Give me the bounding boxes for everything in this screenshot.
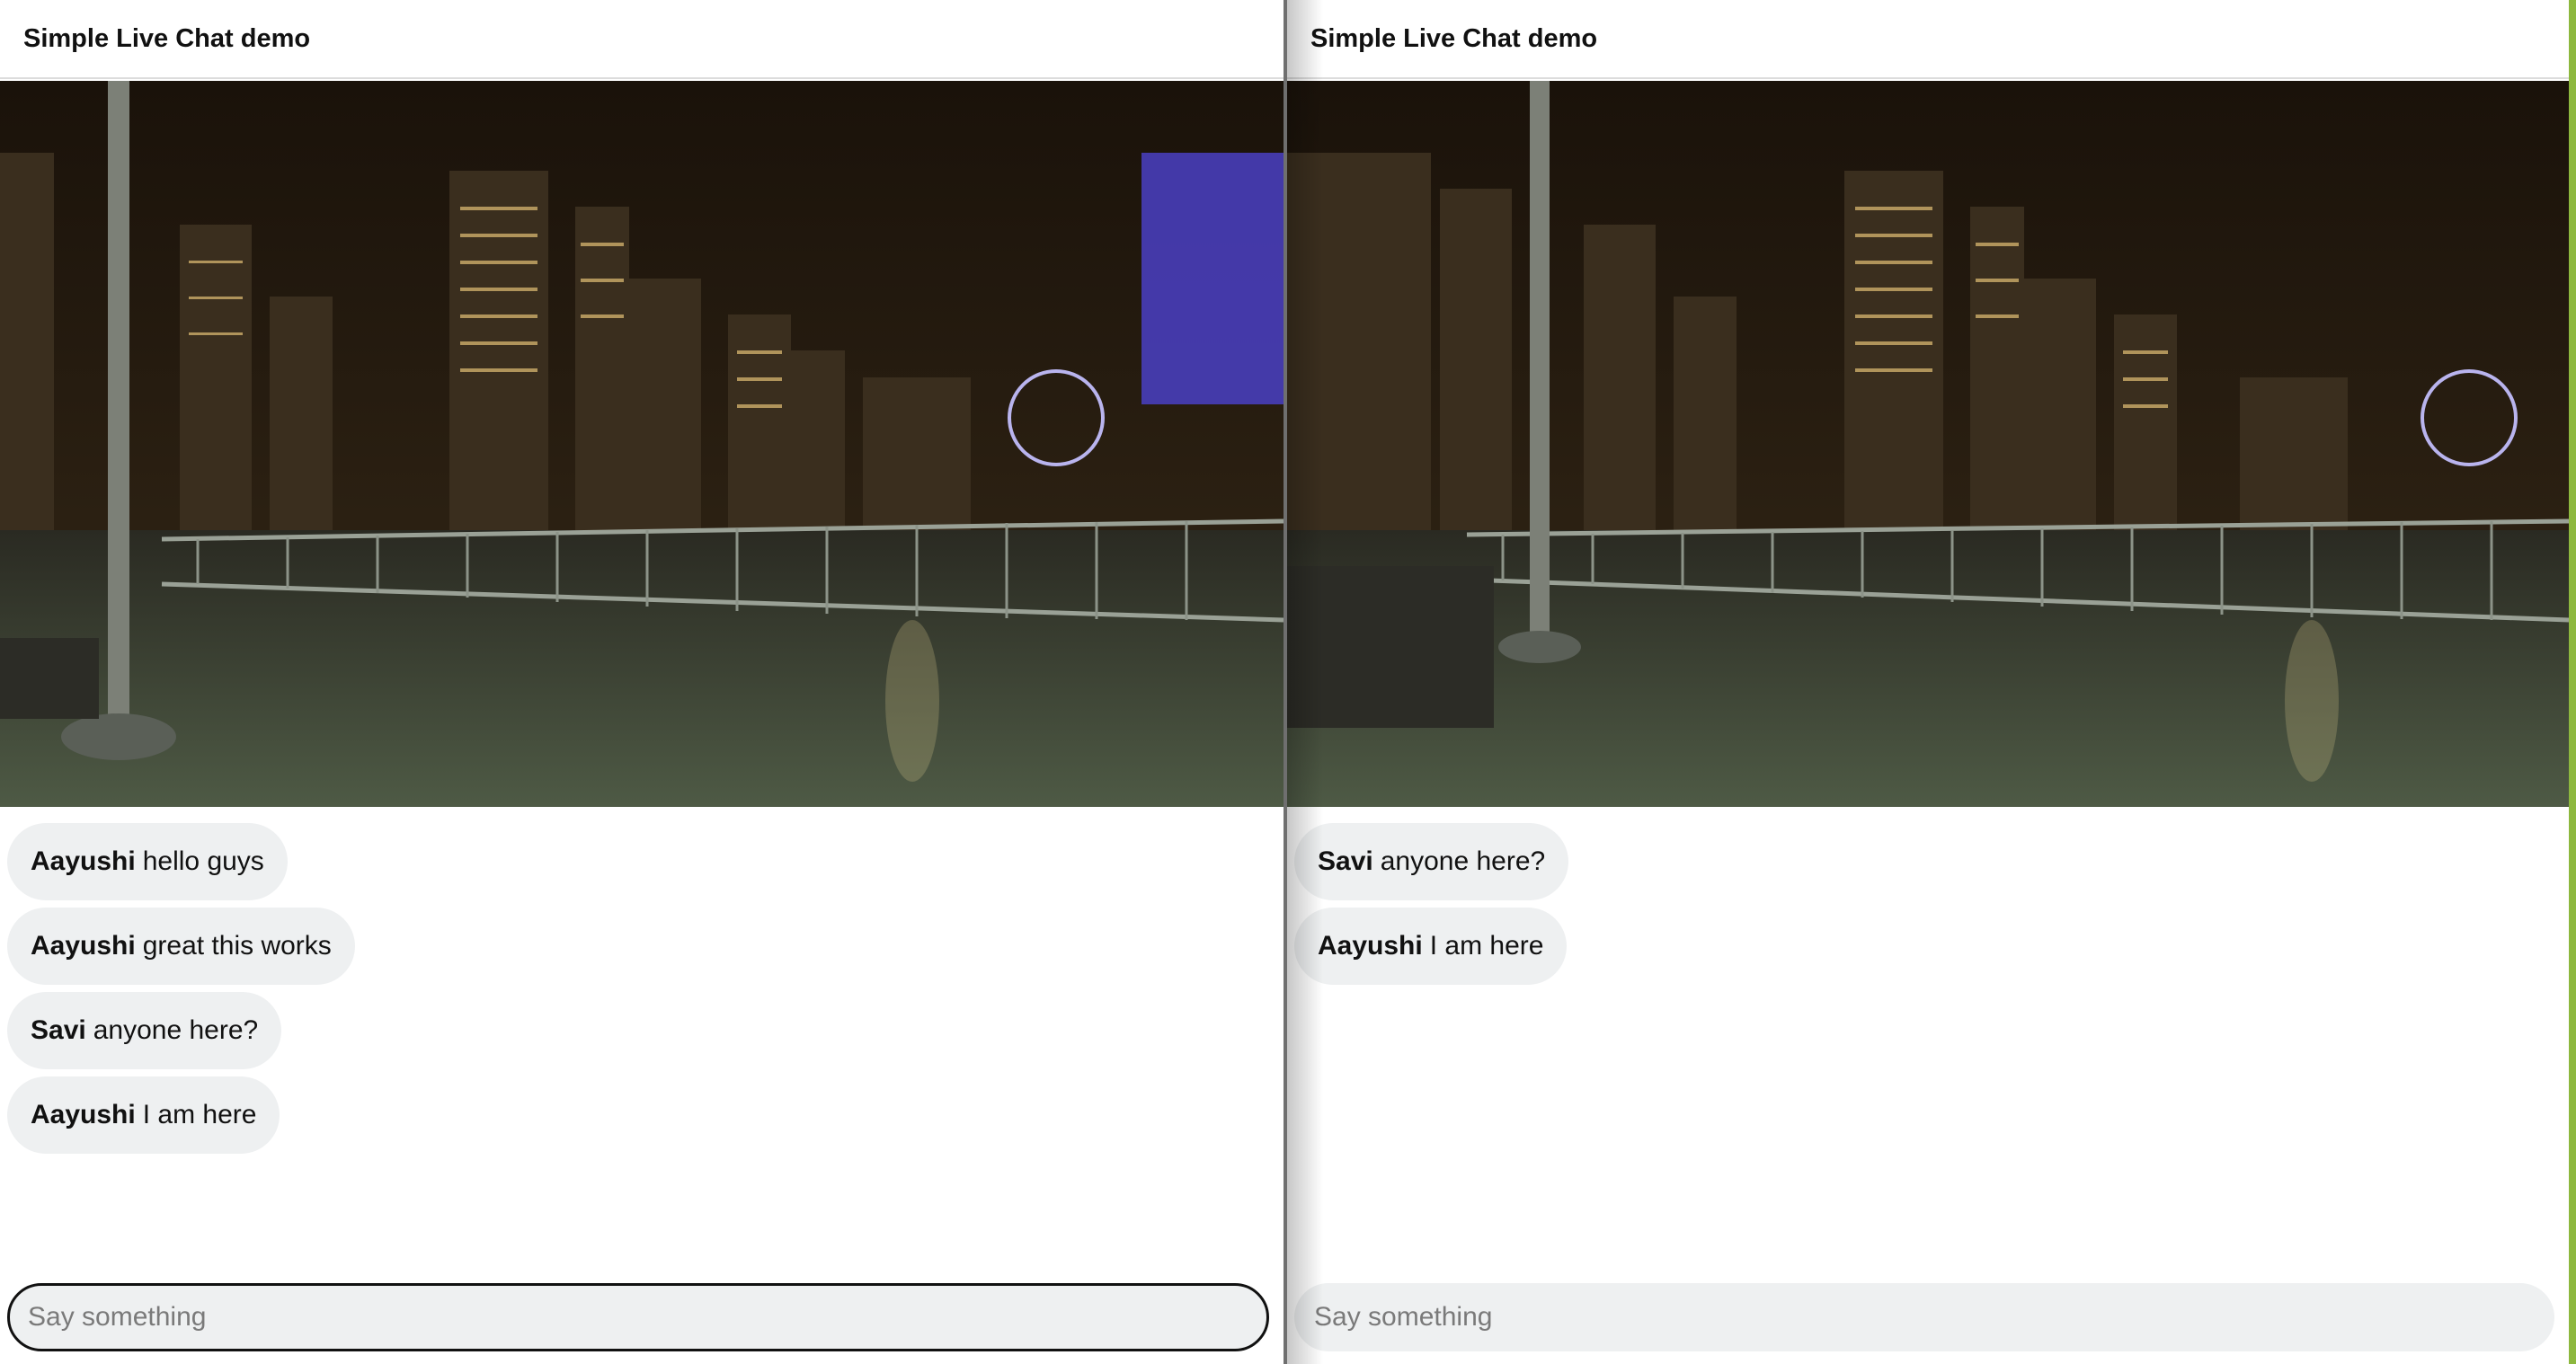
- video-player[interactable]: [1287, 81, 2569, 807]
- message-bubble: Aayushi hello guys: [7, 823, 288, 900]
- window-edge-accent: [2569, 0, 2576, 1364]
- message-author: Aayushi: [31, 1100, 136, 1129]
- message-author: Aayushi: [31, 931, 136, 961]
- message-text: hello guys: [142, 846, 264, 876]
- message-bubble: Aayushi great this works: [7, 908, 355, 985]
- message-input[interactable]: [1294, 1283, 2554, 1351]
- message-bubble: Aayushi I am here: [1294, 908, 1568, 985]
- header: Simple Live Chat demo: [0, 0, 1284, 79]
- composer: [1294, 1283, 2554, 1351]
- header: Simple Live Chat demo: [1287, 0, 2569, 79]
- message-text: anyone here?: [1380, 846, 1546, 876]
- message-bubble: Savi anyone here?: [1294, 823, 1569, 900]
- city-night-video-frame: [0, 81, 1284, 807]
- message-text: great this works: [142, 931, 332, 961]
- message-author: Savi: [31, 1015, 86, 1045]
- chat-window-left: Simple Live Chat demo Aayushi hello guys…: [0, 0, 1284, 1364]
- message-author: Aayushi: [31, 846, 136, 876]
- page-title: Simple Live Chat demo: [23, 23, 311, 53]
- composer: [7, 1283, 1269, 1351]
- city-night-video-frame: [1287, 81, 2569, 807]
- message-bubble: Savi anyone here?: [7, 992, 282, 1069]
- message-bubble: Aayushi I am here: [7, 1076, 280, 1154]
- message-text: I am here: [142, 1100, 257, 1129]
- chat-window-right: Simple Live Chat demo Savi anyone here? …: [1287, 0, 2569, 1364]
- message-text: anyone here?: [93, 1015, 259, 1045]
- message-input[interactable]: [7, 1283, 1269, 1351]
- message-list: Savi anyone here? Aayushi I am here: [1294, 823, 2562, 992]
- video-player[interactable]: [0, 81, 1284, 807]
- message-author: Savi: [1318, 846, 1373, 876]
- page-title: Simple Live Chat demo: [1310, 23, 1598, 53]
- message-list: Aayushi hello guys Aayushi great this work…: [7, 823, 1276, 1161]
- message-text: I am here: [1429, 931, 1544, 961]
- message-author: Aayushi: [1318, 931, 1423, 961]
